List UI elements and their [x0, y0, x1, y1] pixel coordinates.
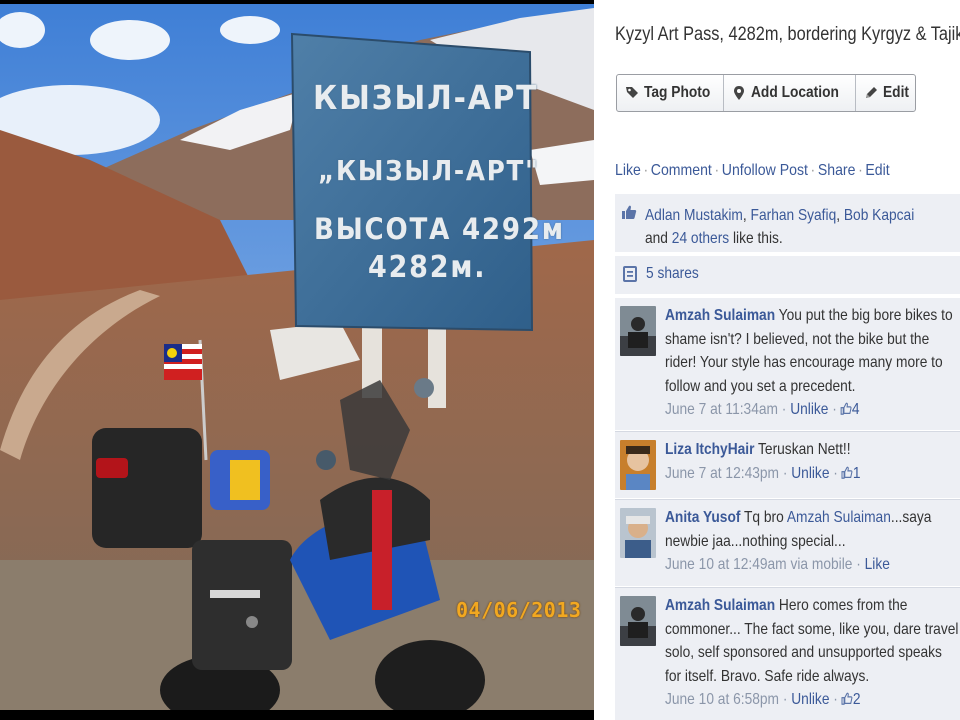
- comment-meta: June 7 at 11:34am · Unlike · 4: [665, 401, 860, 418]
- separator: ·: [782, 691, 788, 708]
- photo-date-stamp: 04/06/2013: [456, 598, 582, 622]
- mention-link[interactable]: Amzah Sulaiman: [787, 509, 891, 526]
- like-count-value: 1: [852, 464, 861, 482]
- like-link[interactable]: Like: [615, 162, 641, 179]
- separator: ·: [833, 464, 838, 482]
- edit-post-link[interactable]: Edit: [865, 162, 889, 179]
- comment-time[interactable]: June 10 at 12:49am via mobile: [665, 556, 852, 573]
- comment-author[interactable]: Anita Yusof: [665, 509, 740, 526]
- thumbs-up-icon: [622, 205, 637, 219]
- add-location-label: Add Location: [751, 84, 839, 101]
- comment-text: Tq bro: [744, 509, 784, 526]
- pencil-icon: [866, 87, 878, 98]
- comment-item: Amzah Sulaiman Hero comes from the commo…: [615, 588, 960, 720]
- add-location-button[interactable]: Add Location: [724, 75, 857, 111]
- edit-photo-label: Edit: [883, 84, 910, 101]
- comment-like-count[interactable]: 2: [841, 691, 861, 708]
- like-count-value: 4: [851, 401, 860, 418]
- small-like-icon: [841, 692, 853, 705]
- comment-body: Anita Yusof Tq bro Amzah Sulaiman...saya…: [665, 506, 960, 577]
- avatar[interactable]: [620, 306, 656, 356]
- comment-like-count[interactable]: 1: [841, 464, 861, 482]
- sign-line-1: КЫЗЫЛ-АРТ: [313, 78, 539, 117]
- shares-summary: 5 shares: [615, 256, 960, 294]
- comment-body: Amzah Sulaiman You put the big bore bike…: [665, 304, 960, 422]
- comment-author[interactable]: Liza ItchyHair: [665, 441, 754, 458]
- share-link[interactable]: Share: [818, 162, 856, 179]
- post-actions: Like · Comment · Unfollow Post · Share · Edit: [615, 162, 890, 180]
- comment-body: Liza ItchyHair Teruskan Nett!! June 7 at…: [665, 438, 960, 485]
- likes-text: Adlan Mustakim, Farhan Syafiq, Bob Kapca…: [645, 204, 937, 250]
- edit-photo-button[interactable]: Edit: [856, 75, 915, 111]
- like-count-value: 2: [852, 691, 861, 708]
- comment-meta: June 10 at 6:58pm · Unlike · 2: [665, 691, 861, 708]
- separator: ·: [832, 401, 837, 418]
- avatar[interactable]: [620, 508, 656, 558]
- photo-caption: Kyzyl Art Pass, 4282m, bordering Kyrgyz …: [615, 24, 960, 45]
- comment-time[interactable]: June 7 at 12:43pm: [665, 465, 779, 482]
- photo-side-panel: Kyzyl Art Pass, 4282m, bordering Kyrgyz …: [594, 0, 960, 720]
- comment-item: Liza ItchyHair Teruskan Nett!! June 7 at…: [615, 432, 960, 498]
- liker-link[interactable]: Adlan Mustakim: [645, 207, 743, 224]
- like-link[interactable]: Like: [865, 556, 890, 573]
- comment-link[interactable]: Comment: [651, 162, 712, 179]
- small-like-icon: [841, 466, 853, 479]
- comment-like-count[interactable]: 4: [840, 401, 860, 418]
- comment-author[interactable]: Amzah Sulaiman: [665, 307, 775, 324]
- separator: ·: [810, 162, 816, 179]
- shares-link[interactable]: 5 shares: [646, 265, 699, 283]
- separator: ·: [833, 691, 838, 708]
- unfollow-post-link[interactable]: Unfollow Post: [722, 162, 808, 179]
- unlike-link[interactable]: Unlike: [791, 691, 829, 708]
- separator: ·: [858, 162, 863, 179]
- separator: ·: [782, 464, 788, 482]
- liker-link[interactable]: Farhan Syafiq: [751, 207, 837, 224]
- comma: ,: [742, 207, 747, 224]
- location-pin-icon: [734, 86, 745, 100]
- avatar[interactable]: [620, 440, 656, 490]
- comment-item: Amzah Sulaiman You put the big bore bike…: [615, 298, 960, 430]
- avatar[interactable]: [620, 596, 656, 646]
- tag-photo-button[interactable]: Tag Photo: [617, 75, 725, 111]
- comment-time[interactable]: June 10 at 6:58pm: [665, 691, 779, 708]
- comment-time[interactable]: June 7 at 11:34am: [665, 401, 778, 418]
- sign-line-4: 4282м.: [368, 250, 487, 285]
- sign-line-2: „КЫЗЫЛ-АРТ": [318, 154, 540, 187]
- comment-meta: June 7 at 12:43pm · Unlike · 1: [665, 465, 861, 482]
- liker-link[interactable]: Bob Kapcai: [844, 207, 914, 224]
- comment-meta: June 10 at 12:49am via mobile · Like: [665, 556, 890, 573]
- share-doc-icon: [623, 266, 637, 282]
- and-text: and: [645, 230, 668, 247]
- sign-line-3: ВЫСОТА 4292м: [314, 212, 565, 246]
- comment-text: Teruskan Nett!!: [758, 441, 851, 458]
- comma: ,: [836, 207, 841, 224]
- tag-photo-label: Tag Photo: [644, 84, 711, 101]
- likes-summary: Adlan Mustakim, Farhan Syafiq, Bob Kapca…: [615, 194, 960, 252]
- like-this-text: like this.: [733, 230, 783, 247]
- tag-icon: [626, 87, 638, 98]
- comment-author[interactable]: Amzah Sulaiman: [665, 597, 775, 614]
- others-link[interactable]: 24 others: [672, 230, 729, 247]
- comment-item: Anita Yusof Tq bro Amzah Sulaiman...saya…: [615, 500, 960, 586]
- photo-action-buttons: Tag Photo Add Location Edit: [616, 74, 917, 112]
- separator: ·: [643, 162, 649, 179]
- separator: ·: [856, 556, 861, 573]
- unlike-link[interactable]: Unlike: [790, 401, 828, 418]
- unlike-link[interactable]: Unlike: [791, 465, 829, 482]
- photo-viewer[interactable]: КЫЗЫЛ-АРТ „КЫЗЫЛ-АРТ" ВЫСОТА 4292м 4282м…: [0, 0, 594, 720]
- small-like-icon: [840, 402, 852, 415]
- separator: ·: [781, 401, 787, 418]
- comment-body: Amzah Sulaiman Hero comes from the commo…: [665, 594, 960, 712]
- separator: ·: [714, 162, 720, 179]
